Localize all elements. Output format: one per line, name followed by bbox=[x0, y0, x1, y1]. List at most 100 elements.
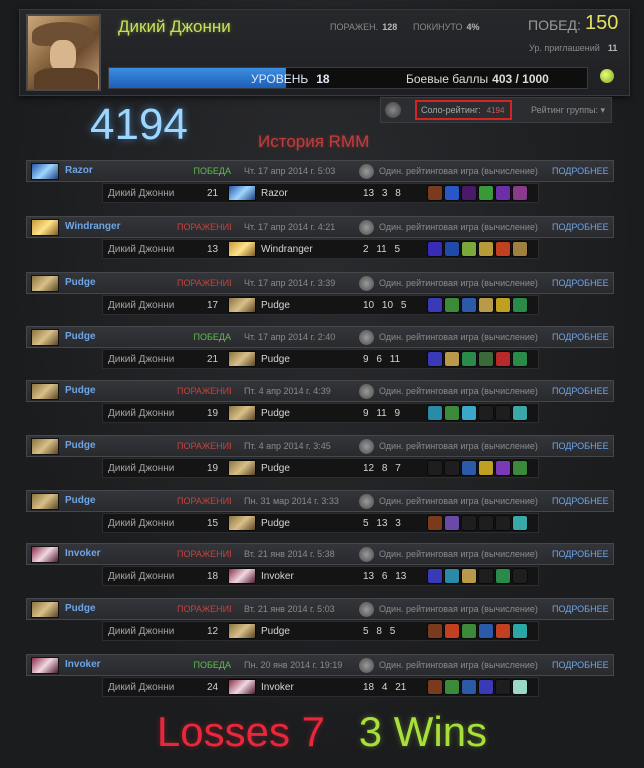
item-icon bbox=[461, 568, 477, 584]
kda: 5 13 3 bbox=[363, 518, 401, 529]
details-link[interactable]: ПОДРОБНЕЕ bbox=[552, 549, 609, 559]
match-header[interactable]: Pudge ПОРАЖЕНИЕ Пт. 4 апр 2014 г. 4:39 Один… bbox=[26, 380, 614, 402]
details-link[interactable]: ПОДРОБНЕЕ bbox=[552, 441, 609, 451]
game-mode: Один. рейтинговая игра (вычисление) bbox=[379, 332, 538, 342]
kda: 10 10 5 bbox=[363, 300, 406, 311]
match-row[interactable]: Razor ПОБЕДА Чт. 17 апр 2014 г. 5:03 Один. … bbox=[26, 160, 614, 206]
match-header[interactable]: Invoker ПОРАЖЕНИЕ Вт. 21 янв 2014 г. 5:38 О… bbox=[26, 543, 614, 565]
hero-name[interactable]: Pudge bbox=[65, 603, 96, 614]
details-link[interactable]: ПОДРОБНЕЕ bbox=[552, 386, 609, 396]
match-header[interactable]: Windranger ПОРАЖЕНИЕ Чт. 17 апр 2014 г. 4:… bbox=[26, 216, 614, 238]
details-link[interactable]: ПОДРОБНЕЕ bbox=[552, 332, 609, 342]
player-name: Дикий Джонни bbox=[118, 17, 231, 36]
details-link[interactable]: ПОДРОБНЕЕ bbox=[552, 166, 609, 176]
losses-stat: ПОРАЖЕН. 128 bbox=[330, 22, 397, 32]
match-row[interactable]: Windranger ПОРАЖЕНИЕ Чт. 17 апр 2014 г. 4:… bbox=[26, 216, 614, 262]
hero-name[interactable]: Pudge bbox=[65, 495, 96, 506]
hero-name[interactable]: Pudge bbox=[65, 277, 96, 288]
group-rating[interactable]: Рейтинг группы: ▾ bbox=[531, 105, 605, 116]
hero-portrait-icon bbox=[228, 405, 256, 421]
abandoned-value: 4% bbox=[466, 22, 480, 32]
item-list bbox=[427, 568, 537, 584]
hero-name[interactable]: Pudge bbox=[65, 440, 96, 451]
match-row[interactable]: Pudge ПОРАЖЕНИЕ Пт. 4 апр 2014 г. 3:45 Один… bbox=[26, 435, 614, 481]
player-name: Дикий Джонни bbox=[108, 463, 175, 474]
hero-name[interactable]: Pudge bbox=[65, 385, 96, 396]
details-link[interactable]: ПОДРОБНЕЕ bbox=[552, 222, 609, 232]
match-date: Вт. 21 янв 2014 г. 5:38 bbox=[244, 549, 335, 559]
kda: 13 3 8 bbox=[363, 188, 401, 199]
match-row[interactable]: Pudge ПОРАЖЕНИЕ Чт. 17 апр 2014 г. 3:39 Оди… bbox=[26, 272, 614, 318]
match-result: ПОРАЖЕНИЕ bbox=[177, 496, 231, 506]
match-player-row: Дикий Джонни 12 Pudge 5 8 5 bbox=[102, 621, 539, 641]
match-row[interactable]: Pudge ПОРАЖЕНИЕ Пт. 4 апр 2014 г. 4:39 Один… bbox=[26, 380, 614, 426]
deaths: 8 bbox=[381, 463, 388, 474]
match-header[interactable]: Pudge ПОРАЖЕНИЕ Пн. 31 мар 2014 г. 3:33 Оди… bbox=[26, 490, 614, 512]
item-icon bbox=[444, 460, 460, 476]
item-icon bbox=[478, 515, 494, 531]
hero-name[interactable]: Invoker bbox=[65, 548, 101, 559]
hero-name: Invoker bbox=[261, 682, 294, 693]
item-icon bbox=[512, 679, 528, 695]
match-header[interactable]: Pudge ПОРАЖЕНИЕ Вт. 21 янв 2014 г. 5:03 Оди… bbox=[26, 598, 614, 620]
kda: 9 11 9 bbox=[363, 408, 400, 419]
match-row[interactable]: Pudge ПОРАЖЕНИЕ Пн. 31 мар 2014 г. 3:33 Оди… bbox=[26, 490, 614, 536]
match-row[interactable]: Invoker ПОБЕДА Пн. 20 янв 2014 г. 19:19 Оди… bbox=[26, 654, 614, 700]
match-header[interactable]: Invoker ПОБЕДА Пн. 20 янв 2014 г. 19:19 Оди… bbox=[26, 654, 614, 676]
rating-panel: Соло-рейтинг: 4194 Рейтинг группы: ▾ bbox=[380, 97, 612, 123]
match-header[interactable]: Pudge ПОРАЖЕНИЕ Пт. 4 апр 2014 г. 3:45 Один… bbox=[26, 435, 614, 457]
match-header[interactable]: Pudge ПОРАЖЕНИЕ Чт. 17 апр 2014 г. 3:39 Оди… bbox=[26, 272, 614, 294]
item-list bbox=[427, 679, 537, 695]
assists: 11 bbox=[389, 354, 401, 365]
hero-portrait-icon bbox=[31, 163, 59, 180]
assists: 5 bbox=[389, 626, 396, 637]
item-icon bbox=[461, 405, 477, 421]
match-row[interactable]: Invoker ПОРАЖЕНИЕ Вт. 21 янв 2014 г. 5:38 О… bbox=[26, 543, 614, 589]
player-name: Дикий Джонни bbox=[108, 408, 175, 419]
hero-name: Invoker bbox=[261, 571, 294, 582]
details-link[interactable]: ПОДРОБНЕЕ bbox=[552, 660, 609, 670]
item-icon bbox=[427, 679, 443, 695]
hero-portrait-icon bbox=[31, 383, 59, 400]
hero-name[interactable]: Pudge bbox=[65, 331, 96, 342]
item-icon bbox=[461, 623, 477, 639]
game-mode: Один. рейтинговая игра (вычисление) bbox=[379, 386, 538, 396]
hero-portrait-icon bbox=[228, 568, 256, 584]
item-icon bbox=[461, 460, 477, 476]
match-row[interactable]: Pudge ПОБЕДА Чт. 17 апр 2014 г. 2:40 Один. … bbox=[26, 326, 614, 372]
details-link[interactable]: ПОДРОБНЕЕ bbox=[552, 496, 609, 506]
item-icon bbox=[495, 623, 511, 639]
match-result: ПОРАЖЕНИЕ bbox=[177, 604, 231, 614]
game-mode-icon bbox=[359, 384, 374, 399]
hero-name: Pudge bbox=[261, 300, 290, 311]
deaths: 11 bbox=[376, 244, 387, 255]
hero-portrait-icon bbox=[31, 438, 59, 455]
item-icon bbox=[427, 185, 443, 201]
match-header[interactable]: Razor ПОБЕДА Чт. 17 апр 2014 г. 5:03 Один. … bbox=[26, 160, 614, 182]
hero-name[interactable]: Invoker bbox=[65, 659, 101, 670]
battle-label: Боевые баллы bbox=[406, 72, 489, 86]
match-date: Пн. 20 янв 2014 г. 19:19 bbox=[244, 660, 343, 670]
hero-portrait-icon bbox=[31, 601, 59, 618]
kda: 13 6 13 bbox=[363, 571, 406, 582]
item-icon bbox=[444, 568, 460, 584]
game-mode: Один. рейтинговая игра (вычисление) bbox=[379, 604, 538, 614]
match-date: Вт. 21 янв 2014 г. 5:03 bbox=[244, 604, 335, 614]
level-label: УРОВЕНЬ bbox=[251, 72, 309, 86]
solo-rating[interactable]: Соло-рейтинг: 4194 bbox=[415, 100, 512, 120]
hero-name[interactable]: Windranger bbox=[65, 221, 120, 232]
hero-name: Pudge bbox=[261, 354, 290, 365]
hero-portrait-icon bbox=[31, 657, 59, 674]
level-orb-icon bbox=[600, 69, 614, 83]
details-link[interactable]: ПОДРОБНЕЕ bbox=[552, 604, 609, 614]
item-list bbox=[427, 515, 537, 531]
player-name: Дикий Джонни bbox=[108, 626, 175, 637]
match-row[interactable]: Pudge ПОРАЖЕНИЕ Вт. 21 янв 2014 г. 5:03 Оди… bbox=[26, 598, 614, 644]
invite-value: 11 bbox=[607, 43, 618, 53]
player-name: Дикий Джонни bbox=[108, 188, 175, 199]
avatar[interactable] bbox=[26, 14, 101, 91]
match-date: Чт. 17 апр 2014 г. 3:39 bbox=[244, 278, 336, 288]
details-link[interactable]: ПОДРОБНЕЕ bbox=[552, 278, 609, 288]
hero-name[interactable]: Razor bbox=[65, 165, 93, 176]
match-header[interactable]: Pudge ПОБЕДА Чт. 17 апр 2014 г. 2:40 Один. … bbox=[26, 326, 614, 348]
